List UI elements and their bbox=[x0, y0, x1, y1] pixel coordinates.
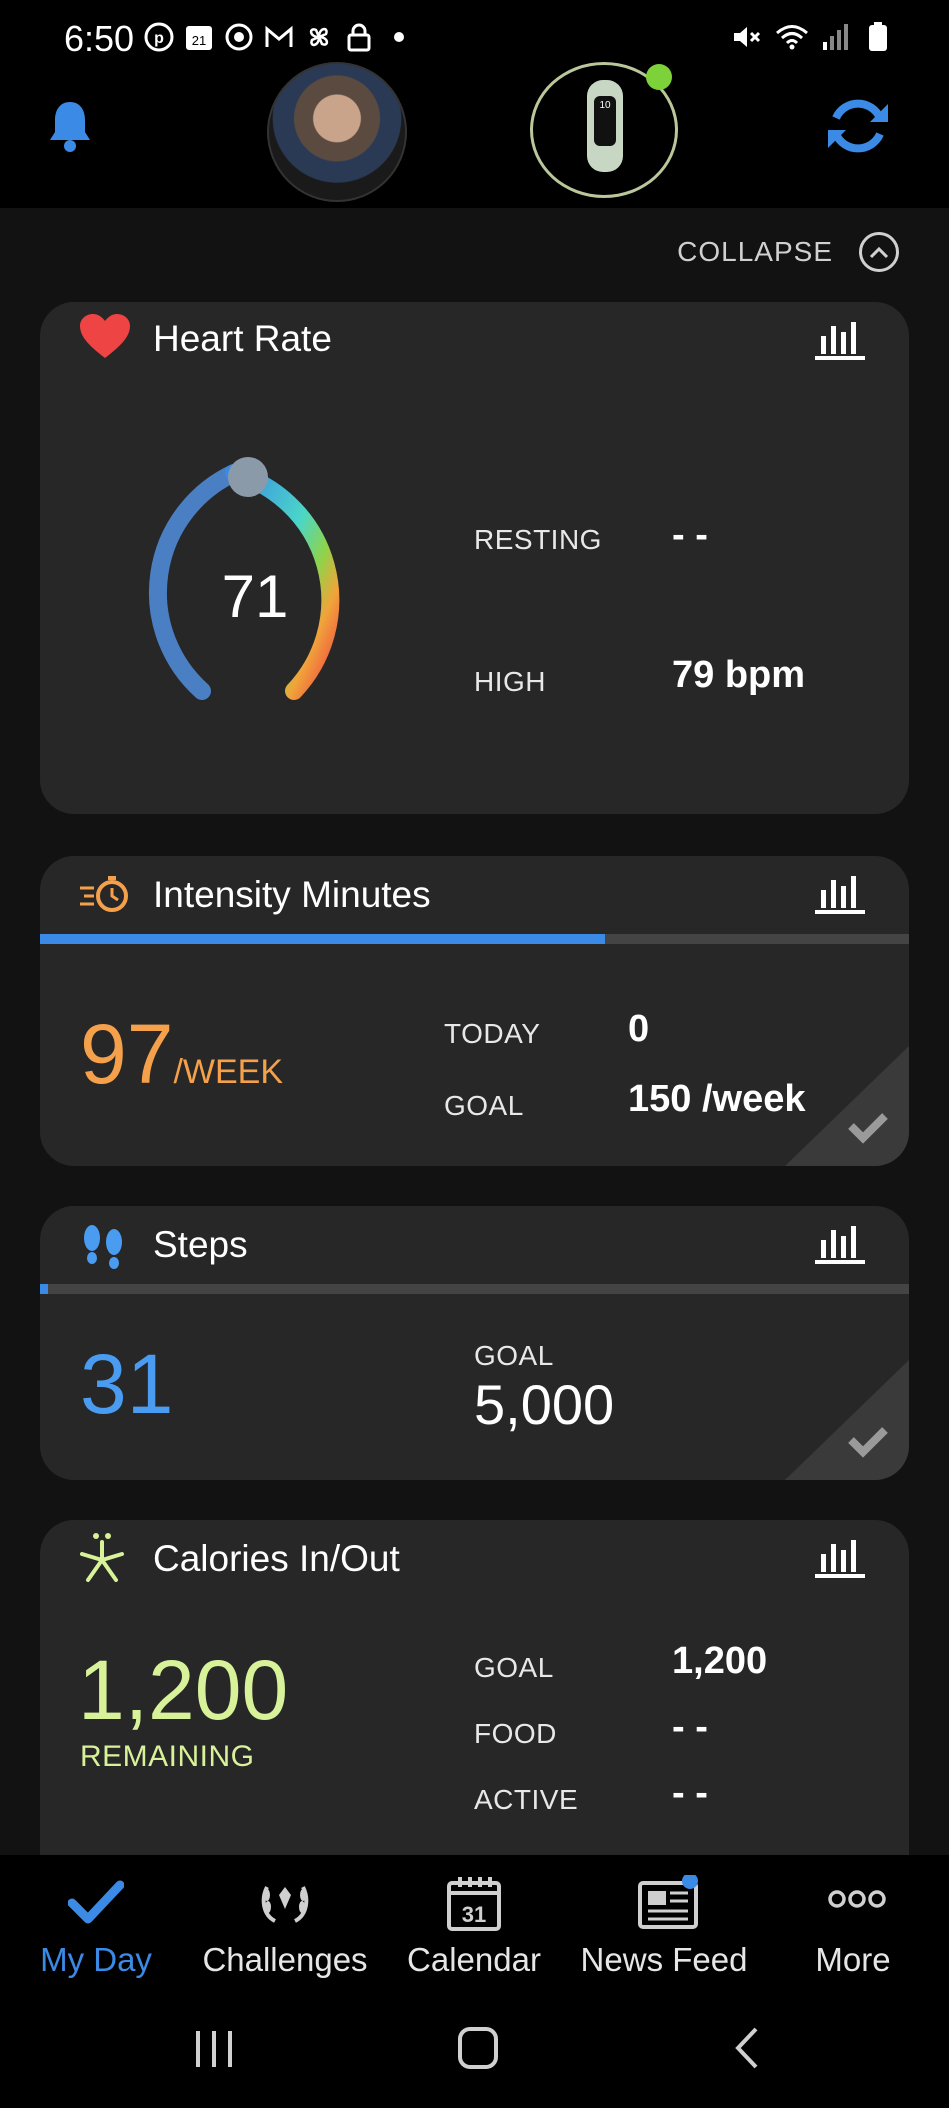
calories-active-value: - - bbox=[672, 1772, 708, 1814]
resting-value: - - bbox=[672, 514, 708, 556]
bar-chart-icon[interactable] bbox=[815, 320, 865, 360]
calendar-icon: 31 bbox=[446, 1875, 502, 1931]
app-header bbox=[0, 78, 949, 208]
intensity-weekly: 97/WEEK bbox=[80, 1006, 283, 1103]
calories-food-label: FOOD bbox=[474, 1718, 557, 1749]
resting-label: RESTING bbox=[474, 524, 602, 555]
card-title: Steps bbox=[153, 1224, 248, 1265]
steps-value: 31 bbox=[80, 1337, 174, 1431]
battery-icon bbox=[863, 22, 893, 52]
intensity-weekly-unit: /WEEK bbox=[173, 1053, 284, 1091]
nav-label: More bbox=[815, 1941, 891, 1978]
heart-rate-gauge: 71 bbox=[110, 452, 410, 752]
recent-apps-icon[interactable] bbox=[192, 2029, 236, 2074]
nav-label: News Feed bbox=[580, 1941, 748, 1978]
nav-challenges[interactable]: Challenges bbox=[200, 1875, 370, 1979]
goal-check-icon bbox=[785, 1046, 909, 1166]
svg-text:p: p bbox=[154, 30, 164, 47]
sync-icon[interactable] bbox=[822, 90, 894, 162]
calories-food-value: - - bbox=[672, 1706, 708, 1748]
steps-goal-label: GOAL bbox=[474, 1340, 554, 1371]
bar-chart-icon[interactable] bbox=[815, 1538, 865, 1578]
device-screen: 10 bbox=[594, 96, 616, 146]
intensity-progress-bar bbox=[40, 934, 909, 944]
steps-card[interactable]: Steps 31 GOAL 5,000 bbox=[40, 1206, 909, 1480]
calories-remaining-label: REMAINING bbox=[80, 1740, 255, 1773]
profile-avatar[interactable] bbox=[267, 62, 407, 202]
stopwatch-icon bbox=[78, 874, 132, 919]
signal-icon bbox=[819, 22, 849, 52]
nav-label: Calendar bbox=[407, 1941, 541, 1978]
calendar-icon: 21 bbox=[184, 22, 214, 52]
pinwheel-icon bbox=[304, 22, 334, 52]
high-value: 79 bpm bbox=[672, 654, 806, 696]
calories-active-label: ACTIVE bbox=[474, 1784, 579, 1815]
steps-progress-fill bbox=[40, 1284, 48, 1294]
goal-value: 150 /week bbox=[628, 1078, 806, 1120]
calories-remaining-value: 1,200 bbox=[78, 1643, 289, 1737]
today-value: 0 bbox=[628, 1008, 650, 1050]
laurel-icon bbox=[257, 1875, 313, 1931]
nav-more[interactable]: More bbox=[768, 1875, 938, 1979]
high-label: HIGH bbox=[474, 666, 546, 697]
steps-goal-value: 5,000 bbox=[474, 1373, 615, 1436]
collapse-label: COLLAPSE bbox=[677, 236, 833, 267]
intensity-minutes-card[interactable]: Intensity Minutes 97/WEEK TODAY 0 GOAL 1… bbox=[40, 856, 909, 1166]
bell-icon[interactable] bbox=[46, 98, 94, 154]
lock-icon bbox=[344, 22, 374, 52]
more-dots-icon bbox=[825, 1875, 886, 1931]
collapse-toggle[interactable]: COLLAPSE bbox=[677, 232, 899, 272]
card-title: Calories In/Out bbox=[153, 1538, 400, 1579]
device-screen-time: 10 bbox=[599, 100, 611, 111]
goal-check-icon bbox=[785, 1360, 909, 1480]
nav-label: Challenges bbox=[202, 1941, 368, 1978]
bar-chart-icon[interactable] bbox=[815, 874, 865, 914]
steps-progress-bar bbox=[40, 1284, 909, 1294]
pinterest-icon: p bbox=[144, 22, 174, 52]
bottom-nav: My Day Challenges 31 Calendar News Feed … bbox=[0, 1855, 949, 1995]
intensity-progress-fill bbox=[40, 934, 605, 944]
status-time: 6:50 bbox=[64, 18, 135, 59]
nav-news-feed[interactable]: News Feed bbox=[579, 1873, 749, 1979]
status-bar: 6:50 p 21 bbox=[0, 0, 949, 78]
today-label: TODAY bbox=[444, 1018, 541, 1049]
calories-goal-label: GOAL bbox=[474, 1652, 554, 1683]
nav-label: My Day bbox=[40, 1941, 152, 1978]
heart-rate-card[interactable]: Heart Rate 71 RESTING - - HIGH 79 bpm bbox=[40, 302, 909, 814]
heart-icon bbox=[78, 312, 132, 367]
footprints-icon bbox=[78, 1222, 128, 1277]
calories-card[interactable]: Calories In/Out 1,200 REMAINING GOAL 1,2… bbox=[40, 1520, 909, 1880]
nav-calendar[interactable]: 31 Calendar bbox=[389, 1875, 559, 1979]
dot-icon bbox=[384, 22, 414, 52]
back-icon[interactable] bbox=[730, 2025, 762, 2076]
newspaper-icon bbox=[636, 1873, 698, 1931]
chevron-up-icon bbox=[859, 232, 899, 272]
gmail-icon bbox=[264, 22, 294, 52]
svg-text:21: 21 bbox=[192, 33, 206, 48]
svg-text:31: 31 bbox=[462, 1902, 486, 1927]
heart-rate-current: 71 bbox=[221, 563, 289, 630]
intensity-weekly-value: 97 bbox=[80, 1007, 174, 1101]
figure-icon bbox=[78, 1532, 126, 1589]
home-icon[interactable] bbox=[456, 2025, 500, 2076]
checkmark-icon bbox=[67, 1875, 125, 1931]
bar-chart-icon[interactable] bbox=[815, 1224, 865, 1264]
goal-label: GOAL bbox=[444, 1090, 524, 1121]
card-title: Heart Rate bbox=[153, 318, 332, 359]
nav-my-day[interactable]: My Day bbox=[11, 1875, 181, 1979]
mute-icon bbox=[731, 22, 761, 52]
system-nav bbox=[0, 1995, 949, 2108]
status-icons-right bbox=[731, 22, 893, 52]
calories-goal-value: 1,200 bbox=[672, 1640, 768, 1682]
status-icons-left: p 21 bbox=[144, 22, 414, 52]
target-icon bbox=[224, 22, 254, 52]
card-title: Intensity Minutes bbox=[153, 874, 431, 915]
device-status-dot bbox=[646, 64, 672, 90]
wifi-icon bbox=[775, 22, 808, 52]
